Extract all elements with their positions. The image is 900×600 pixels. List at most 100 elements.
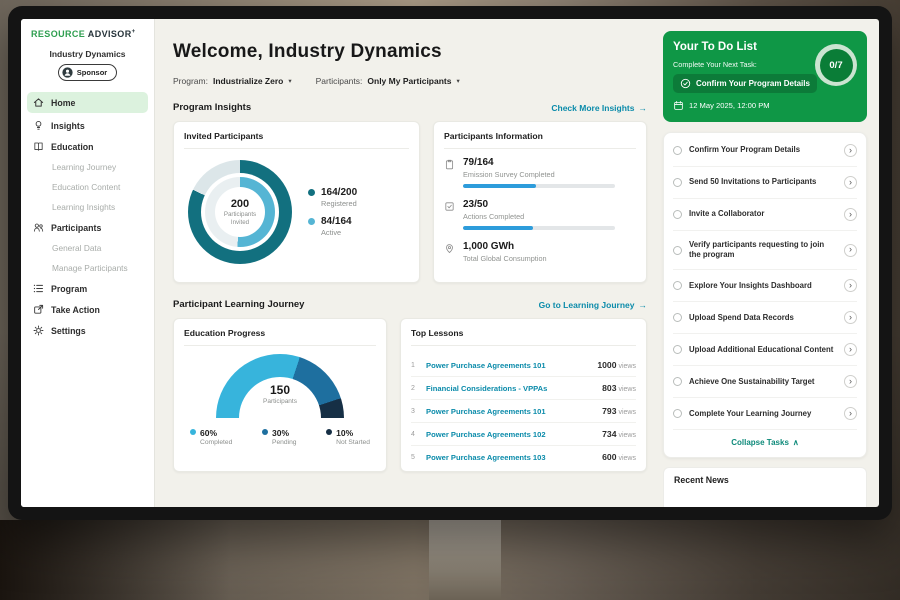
donut-center-value: 200 <box>231 198 249 210</box>
lesson-link[interactable]: Power Purchase Agreements 101 <box>426 361 590 370</box>
legend-label: Registered <box>321 199 357 208</box>
check-circle-icon <box>680 78 691 89</box>
app-logo: RESOURCE ADVISOR+ <box>21 29 154 39</box>
lesson-link[interactable]: Power Purchase Agreements 103 <box>426 453 595 462</box>
sidebar-item-education[interactable]: Education <box>21 136 154 157</box>
avatar-icon <box>62 67 73 78</box>
legend-label: Pending <box>272 439 297 446</box>
chevron-right-icon[interactable]: › <box>844 176 857 189</box>
task-checkbox[interactable] <box>673 146 682 155</box>
legend-item-completed: 60% Completed <box>190 428 232 446</box>
sidebar-item-learning-journey[interactable]: Learning Journey <box>21 157 154 177</box>
legend-item-registered: 164/200 Registered <box>308 187 357 208</box>
task-checkbox[interactable] <box>673 246 682 255</box>
sidebar-item-label: Home <box>51 98 75 108</box>
gauge-center-label: 150 Participants <box>216 383 344 405</box>
task-checkbox[interactable] <box>673 178 682 187</box>
chevron-right-icon[interactable]: › <box>844 407 857 420</box>
chevron-right-icon[interactable]: › <box>844 375 857 388</box>
lesson-link[interactable]: Financial Considerations - VPPAs <box>426 384 595 393</box>
main-content: Welcome, Industry Dynamics Program: Indu… <box>155 19 659 507</box>
chevron-right-icon[interactable]: › <box>844 208 857 221</box>
sidebar-item-take-action[interactable]: Take Action <box>21 299 154 320</box>
emission-survey-row: 79/164 Emission Survey Completed <box>444 157 636 188</box>
lesson-views: 734views <box>602 429 636 439</box>
task-row-achieve-target[interactable]: Achieve One Sustainability Target › <box>673 366 857 398</box>
task-checkbox[interactable] <box>673 210 682 219</box>
metric-value: 79/164 <box>463 157 615 168</box>
chevron-right-icon[interactable]: › <box>844 343 857 356</box>
legend-pct: 30% <box>272 428 297 438</box>
collapse-tasks-link[interactable]: Collapse Tasks ∧ <box>673 430 857 452</box>
sidebar-item-home[interactable]: Home <box>27 92 148 113</box>
todo-progress-value: 0/7 <box>820 49 853 82</box>
legend-label: Not Started <box>336 439 370 446</box>
education-gauge-chart: 150 Participants <box>216 354 344 418</box>
progress-track <box>463 226 615 230</box>
task-checkbox[interactable] <box>673 345 682 354</box>
logo-plus: + <box>132 29 136 35</box>
lesson-views: 1000views <box>597 360 636 370</box>
chevron-right-icon[interactable]: › <box>844 279 857 292</box>
participants-icon <box>33 222 44 233</box>
gauge-legend-dot <box>326 429 332 435</box>
lesson-rank: 4 <box>411 431 419 438</box>
lesson-row: 4 Power Purchase Agreements 102 734views <box>411 423 636 446</box>
task-row-send-invitations[interactable]: Send 50 Invitations to Participants › <box>673 167 857 199</box>
sidebar-item-settings[interactable]: Settings <box>21 320 154 341</box>
sidebar-item-manage-participants[interactable]: Manage Participants <box>21 258 154 278</box>
sidebar-item-program[interactable]: Program <box>21 278 154 299</box>
task-row-confirm-program[interactable]: Confirm Your Program Details › <box>673 135 857 167</box>
task-checkbox[interactable] <box>673 313 682 322</box>
task-label: Invite a Collaborator <box>689 209 837 219</box>
gauge-legend: 60% Completed 30% Pending 10% Not Starte… <box>184 428 376 446</box>
legend-label: Active <box>321 228 352 237</box>
sidebar-item-general-data[interactable]: General Data <box>21 238 154 258</box>
link-label: Check More Insights <box>551 103 634 113</box>
task-row-upload-spend-data[interactable]: Upload Spend Data Records › <box>673 302 857 334</box>
lesson-row: 2 Financial Considerations - VPPAs 803vi… <box>411 377 636 400</box>
chevron-right-icon[interactable]: › <box>844 244 857 257</box>
sidebar-nav: Home Insights Education Learning Journey… <box>21 92 154 341</box>
sidebar-item-label: Education <box>51 142 94 152</box>
chevron-right-icon[interactable]: › <box>844 311 857 324</box>
task-checkbox[interactable] <box>673 281 682 290</box>
lesson-views: 803views <box>602 383 636 393</box>
lesson-link[interactable]: Power Purchase Agreements 102 <box>426 430 595 439</box>
legend-item-pending: 30% Pending <box>262 428 297 446</box>
legend-value: 164/200 <box>321 187 357 198</box>
task-checkbox[interactable] <box>673 377 682 386</box>
card-title: Participants Information <box>444 131 636 149</box>
task-row-upload-educational-content[interactable]: Upload Additional Educational Content › <box>673 334 857 366</box>
task-row-explore-insights[interactable]: Explore Your Insights Dashboard › <box>673 270 857 302</box>
metric-label: Actions Completed <box>463 212 615 221</box>
chevron-down-icon: ▾ <box>288 77 291 85</box>
sidebar-item-label: Insights <box>51 121 85 131</box>
task-label: Complete Your Learning Journey <box>689 409 837 419</box>
gauge-legend-dot <box>190 429 196 435</box>
go-to-learning-journey-link[interactable]: Go to Learning Journey → <box>539 300 647 310</box>
education-icon <box>33 141 44 152</box>
task-row-verify-participants[interactable]: Verify participants requesting to join t… <box>673 231 857 270</box>
sidebar-item-label: Education Content <box>52 182 120 192</box>
task-row-invite-collaborator[interactable]: Invite a Collaborator › <box>673 199 857 231</box>
participants-filter[interactable]: Participants: Only My Participants ▾ <box>316 76 460 86</box>
chevron-right-icon[interactable]: › <box>844 144 857 157</box>
check-more-insights-link[interactable]: Check More Insights → <box>551 103 647 113</box>
metric-label: Emission Survey Completed <box>463 170 615 179</box>
progress-fill <box>463 184 536 188</box>
sidebar-item-education-content[interactable]: Education Content <box>21 177 154 197</box>
sidebar-item-learning-insights[interactable]: Learning Insights <box>21 197 154 217</box>
task-label: Send 50 Invitations to Participants <box>689 177 837 187</box>
task-label: Explore Your Insights Dashboard <box>689 281 837 291</box>
sidebar-item-participants[interactable]: Participants <box>21 217 154 238</box>
sponsor-badge[interactable]: Sponsor <box>58 64 117 81</box>
task-checkbox[interactable] <box>673 409 682 418</box>
lesson-link[interactable]: Power Purchase Agreements 101 <box>426 407 595 416</box>
program-filter[interactable]: Program: Industrialize Zero ▾ <box>173 76 292 86</box>
sidebar-item-insights[interactable]: Insights <box>21 115 154 136</box>
program-filter-label: Program: <box>173 76 208 86</box>
lesson-row: 5 Power Purchase Agreements 103 600views <box>411 446 636 468</box>
sidebar-item-label: General Data <box>52 243 101 253</box>
task-row-complete-learning-journey[interactable]: Complete Your Learning Journey › <box>673 398 857 430</box>
